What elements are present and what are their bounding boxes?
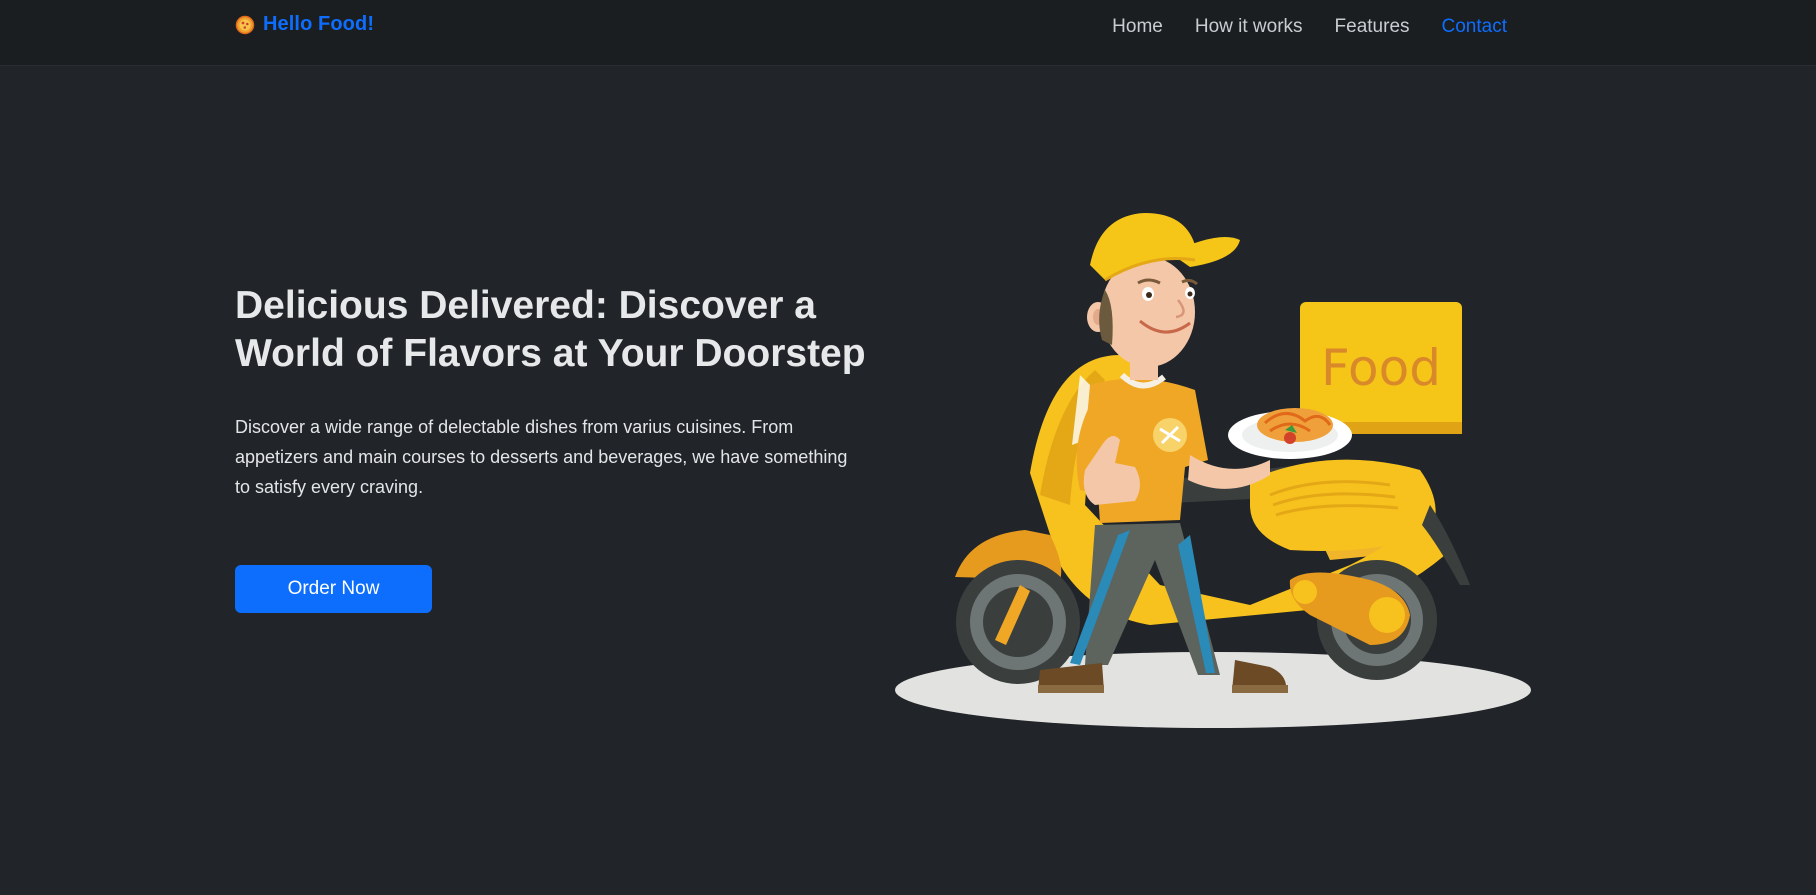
nav-menu: Home How it works Features Contact [1112, 16, 1507, 38]
order-now-button[interactable]: Order Now [235, 565, 432, 613]
top-navbar: Hello Food! Home How it works Features C… [0, 0, 1816, 66]
box-label: Food [1321, 339, 1441, 397]
delivery-scooter-image: Food [895, 213, 1531, 728]
pizza-icon [235, 15, 255, 35]
brand-link[interactable]: Hello Food! [235, 13, 374, 36]
nav-link-how-it-works[interactable]: How it works [1195, 16, 1303, 38]
hero-description: Discover a wide range of delectable dish… [235, 417, 848, 497]
nav-link-features[interactable]: Features [1335, 16, 1410, 38]
nav-link-contact[interactable]: Contact [1442, 16, 1507, 38]
hero-title: Delicious Delivered: Discover a World of… [235, 284, 866, 375]
delivery-illustration: Food [890, 205, 1540, 735]
brand-name: Hello Food! [263, 13, 375, 35]
nav-link-home[interactable]: Home [1112, 16, 1163, 38]
